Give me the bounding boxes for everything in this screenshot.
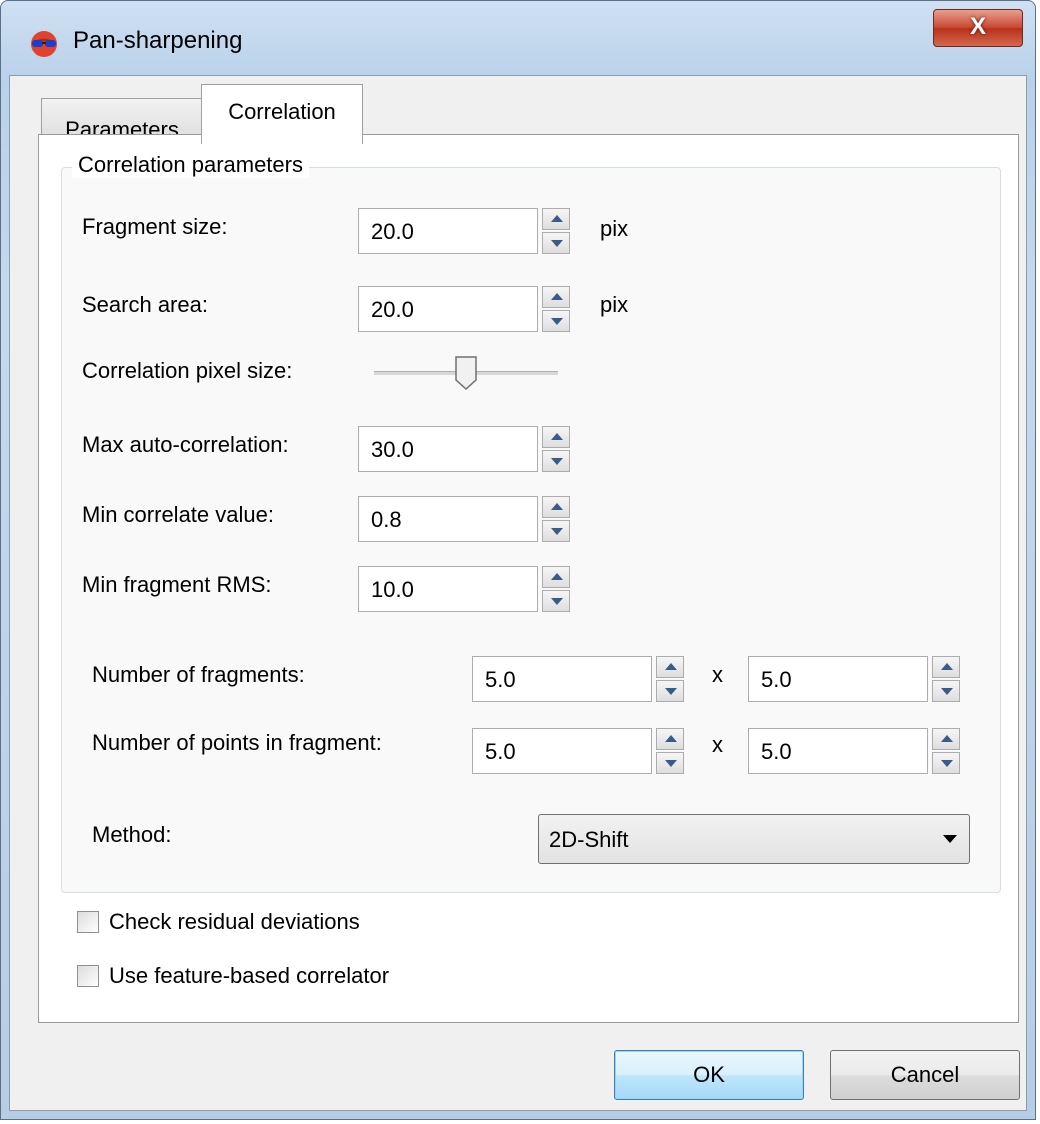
ok-button[interactable]: OK [614,1050,804,1100]
num-fragments-x-input[interactable]: 5.0 [472,656,652,702]
num-fragments-y-input[interactable]: 5.0 [748,656,928,702]
spin-down-icon[interactable] [656,680,684,702]
num-points-y-input[interactable]: 5.0 [748,728,928,774]
fragment-size-input[interactable]: 20.0 [358,208,538,254]
dialog-window: Pan-sharpening X Parameters Correlation … [0,0,1036,1120]
num-fragments-label: Number of fragments: [92,662,305,687]
spin-down-icon[interactable] [542,232,570,254]
min-rms-label: Min fragment RMS: [82,572,272,597]
residual-checkbox[interactable] [77,911,99,933]
search-area-input[interactable]: 20.0 [358,286,538,332]
spin-down-icon[interactable] [542,590,570,612]
max-auto-label: Max auto-correlation: [82,432,289,457]
num-points-y-spinner[interactable] [932,728,960,774]
fragment-size-unit: pix [600,216,629,241]
method-value: 2D-Shift [549,827,629,852]
method-label: Method: [92,822,172,847]
feature-checkbox[interactable] [77,965,99,987]
num-fragments-separator: x [712,662,723,687]
search-area-unit: pix [600,292,629,317]
spin-down-icon[interactable] [542,310,570,332]
fragment-size-spinner[interactable] [542,208,570,254]
spin-down-icon[interactable] [932,752,960,774]
dropdown-arrow-icon [943,835,957,843]
spin-up-icon[interactable] [542,496,570,518]
max-auto-input[interactable]: 30.0 [358,426,538,472]
spin-down-icon[interactable] [656,752,684,774]
tab-correlation-label: Correlation [228,99,336,124]
tab-correlation[interactable]: Correlation [201,84,363,144]
spin-down-icon[interactable] [542,450,570,472]
num-points-separator: x [712,732,723,757]
cancel-button[interactable]: Cancel [830,1050,1020,1100]
num-points-x-spinner[interactable] [656,728,684,774]
min-correlate-label: Min correlate value: [82,502,274,527]
group-title: Correlation parameters [72,152,309,178]
search-area-label: Search area: [82,292,208,317]
spin-down-icon[interactable] [542,520,570,542]
spin-up-icon[interactable] [542,286,570,308]
min-rms-spinner[interactable] [542,566,570,612]
spin-up-icon[interactable] [656,656,684,678]
correlation-group: Correlation parameters Fragment size: 20… [61,152,1001,893]
feature-label[interactable]: Use feature-based correlator [109,963,389,989]
close-icon: X [969,13,986,40]
num-points-x-input[interactable]: 5.0 [472,728,652,774]
close-button[interactable]: X [933,9,1023,47]
num-fragments-x-spinner[interactable] [656,656,684,702]
correlation-panel: Correlation parameters Fragment size: 20… [38,134,1019,1023]
pixel-size-label: Correlation pixel size: [82,358,293,383]
app-icon [31,31,57,57]
window-title: Pan-sharpening [73,27,243,54]
min-correlate-input[interactable]: 0.8 [358,496,538,542]
dialog-client: Parameters Correlation Correlation param… [9,75,1027,1111]
residual-label[interactable]: Check residual deviations [109,909,360,935]
max-auto-spinner[interactable] [542,426,570,472]
method-select[interactable]: 2D-Shift [538,814,970,864]
fragment-size-label: Fragment size: [82,214,228,239]
num-fragments-y-spinner[interactable] [932,656,960,702]
spin-up-icon[interactable] [656,728,684,750]
min-correlate-spinner[interactable] [542,496,570,542]
num-points-label: Number of points in fragment: [92,730,382,755]
spin-up-icon[interactable] [932,656,960,678]
search-area-spinner[interactable] [542,286,570,332]
spin-down-icon[interactable] [932,680,960,702]
pixel-size-slider-thumb[interactable] [455,356,477,390]
min-rms-input[interactable]: 10.0 [358,566,538,612]
spin-up-icon[interactable] [542,566,570,588]
title-bar[interactable]: Pan-sharpening X [1,1,1035,75]
spin-up-icon[interactable] [932,728,960,750]
spin-up-icon[interactable] [542,426,570,448]
spin-up-icon[interactable] [542,208,570,230]
